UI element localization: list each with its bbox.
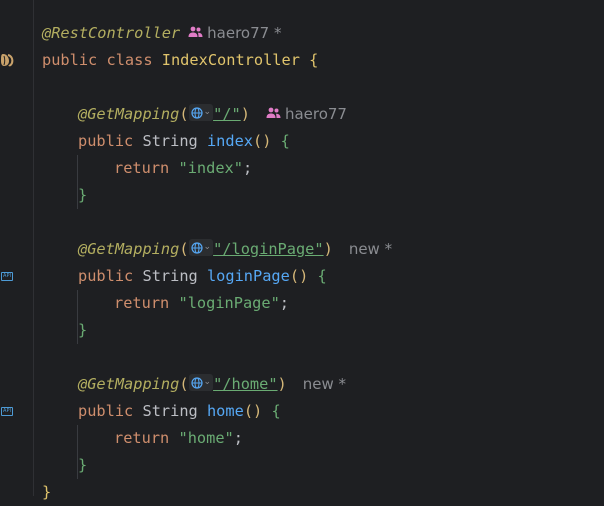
code-line-3[interactable] — [42, 74, 604, 101]
keyword-return: return — [114, 429, 170, 447]
chevron-down-icon: ⌄ — [203, 107, 212, 117]
method-name-index: index — [206, 132, 254, 150]
get-mapping-annotation: @GetMapping — [78, 240, 180, 258]
new-status-hint[interactable]: new * — [349, 240, 392, 258]
code-line-12[interactable]: } — [42, 317, 604, 344]
author-name: haero77 * — [207, 24, 282, 42]
class-open-brace: { — [309, 51, 319, 69]
code-line-9[interactable]: @GetMapping( ⌄ "/loginPage") new * — [42, 236, 604, 263]
method-name-home: home — [206, 402, 244, 420]
code-line-7[interactable]: } — [42, 182, 604, 209]
return-value: "loginPage" — [178, 294, 280, 312]
class-name: IndexController — [161, 51, 300, 69]
open-paren: ( — [179, 240, 189, 258]
mapping-path[interactable]: "/loginPage" — [213, 240, 324, 258]
code-line-16[interactable]: return "home"; — [42, 425, 604, 452]
code-editor[interactable]: @RestController haero77 * public class In… — [42, 20, 604, 506]
method-close-brace: } — [78, 186, 88, 204]
method-open-brace: { — [280, 132, 290, 150]
code-line-5[interactable]: public String index() { — [42, 128, 604, 155]
api-endpoint-icon[interactable]: API — [0, 405, 14, 418]
open-paren: ( — [179, 105, 189, 123]
close-paren: ) — [277, 375, 287, 393]
keyword-return: return — [114, 294, 170, 312]
code-line-1[interactable]: @RestController haero77 * — [42, 20, 604, 47]
code-line-8[interactable] — [42, 209, 604, 236]
fold-gutter-separator — [33, 0, 34, 496]
editor-gutter: API API — [0, 0, 18, 496]
method-parens: () — [253, 132, 272, 150]
return-type: String — [142, 132, 198, 150]
code-line-13[interactable] — [42, 344, 604, 371]
spring-bean-icon[interactable] — [0, 52, 14, 68]
return-value: "index" — [178, 159, 243, 177]
return-value: "home" — [178, 429, 234, 447]
code-line-11[interactable]: return "loginPage"; — [42, 290, 604, 317]
endpoint-globe-chip[interactable]: ⌄ — [188, 104, 214, 121]
code-line-10[interactable]: public String loginPage() { — [42, 263, 604, 290]
semicolon: ; — [242, 159, 253, 177]
keyword-public: public — [78, 132, 134, 150]
code-line-4[interactable]: @GetMapping( ⌄ "/") haero77 — [42, 101, 604, 128]
keyword-public: public — [42, 51, 98, 69]
return-type: String — [142, 267, 198, 285]
globe-icon — [190, 106, 203, 119]
code-line-2[interactable]: public class IndexController { — [42, 47, 604, 74]
method-close-brace: } — [78, 456, 88, 474]
chevron-down-icon: ⌄ — [203, 377, 212, 387]
close-paren: ) — [240, 105, 250, 123]
get-mapping-annotation: @GetMapping — [78, 375, 180, 393]
keyword-public: public — [78, 267, 134, 285]
keyword-class: class — [106, 51, 153, 69]
semicolon: ; — [233, 429, 243, 447]
method-parens: () — [243, 402, 263, 420]
mapping-path[interactable]: "/home" — [213, 375, 277, 393]
get-mapping-annotation: @GetMapping — [78, 105, 180, 123]
globe-icon — [190, 376, 203, 389]
close-paren: ) — [323, 240, 333, 258]
code-line-14[interactable]: @GetMapping( ⌄ "/home") new * — [42, 371, 604, 398]
open-paren: ( — [179, 375, 189, 393]
endpoint-globe-chip[interactable]: ⌄ — [188, 374, 214, 391]
endpoint-globe-chip[interactable]: ⌄ — [188, 239, 214, 256]
user-group-icon — [188, 26, 203, 37]
semicolon: ; — [279, 294, 290, 312]
code-line-17[interactable]: } — [42, 452, 604, 479]
api-endpoint-icon[interactable]: API — [0, 270, 14, 283]
author-hint[interactable]: haero77 — [266, 105, 347, 123]
chevron-down-icon: ⌄ — [203, 242, 212, 252]
author-name: haero77 — [284, 105, 347, 123]
method-parens: () — [289, 267, 309, 285]
author-hint[interactable]: haero77 * — [188, 24, 281, 42]
code-line-18[interactable]: } — [42, 479, 604, 506]
return-type: String — [142, 402, 198, 420]
globe-icon — [190, 241, 203, 254]
method-name-loginpage: loginPage — [206, 267, 290, 285]
mapping-path[interactable]: "/" — [213, 105, 241, 123]
user-group-icon — [266, 107, 281, 118]
class-close-brace: } — [42, 483, 52, 501]
code-line-15[interactable]: public String home() { — [42, 398, 604, 425]
code-line-6[interactable]: return "index"; — [42, 155, 604, 182]
method-close-brace: } — [78, 321, 88, 339]
rest-controller-annotation: @RestController — [42, 24, 181, 42]
method-open-brace: { — [317, 267, 327, 285]
keyword-return: return — [114, 159, 170, 177]
method-open-brace: { — [271, 402, 281, 420]
keyword-public: public — [78, 402, 134, 420]
new-status-hint[interactable]: new * — [303, 375, 346, 393]
